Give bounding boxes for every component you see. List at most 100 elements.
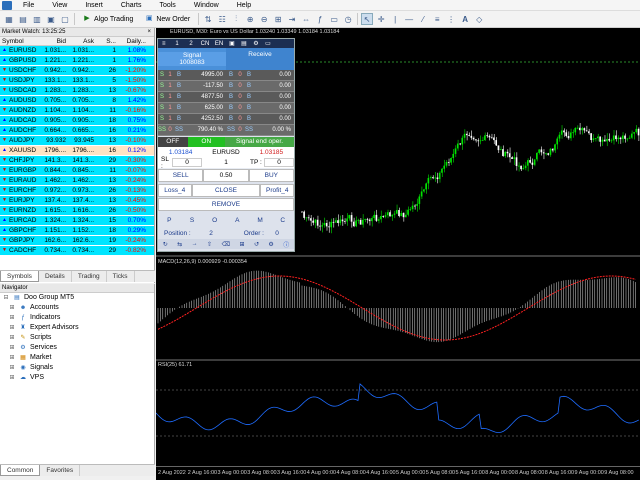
- chart-scale-icon[interactable]: ⇔: [300, 13, 312, 25]
- delete-icon[interactable]: ⌫: [222, 241, 230, 248]
- terminal-icon[interactable]: ▢: [59, 13, 71, 25]
- expand-icon[interactable]: ⊞: [8, 335, 16, 342]
- close-icon[interactable]: ×: [147, 28, 154, 36]
- market-watch-row[interactable]: ▼ EURCHF 0.972... 0.973... 26 -0.13%: [0, 186, 154, 196]
- profit-button[interactable]: Profit_4: [260, 183, 294, 197]
- navigator-icon[interactable]: ▣: [45, 13, 57, 25]
- shapes-icon[interactable]: ◇: [473, 13, 485, 25]
- market-watch-icon[interactable]: ▥: [31, 13, 43, 25]
- market-watch-row[interactable]: ▼ CHFJPY 141.3... 141.3... 29 -0.30%: [0, 156, 154, 166]
- letter-o[interactable]: O: [203, 217, 226, 224]
- header-daily[interactable]: Daily...: [118, 37, 148, 45]
- expand-icon[interactable]: ⊞: [8, 325, 16, 332]
- menu-window[interactable]: Window: [185, 0, 228, 11]
- lot-input[interactable]: 0.50: [203, 168, 249, 182]
- panel-gear-icon[interactable]: ⚙: [250, 40, 262, 47]
- market-watch-row[interactable]: ▼ EURJPY 137.4... 137.4... 13 -0.45%: [0, 196, 154, 206]
- zoom-out-icon[interactable]: ⊖: [258, 13, 270, 25]
- letter-s[interactable]: S: [181, 217, 204, 224]
- profiles-icon[interactable]: ▤: [17, 13, 29, 25]
- lot-top-value[interactable]: 1: [202, 159, 250, 166]
- tab-details[interactable]: Details: [39, 271, 72, 282]
- navigator-item[interactable]: ⊞ ☻ Accounts: [0, 303, 154, 313]
- panel-tab-cn[interactable]: CN: [198, 41, 212, 47]
- loss-button[interactable]: Loss_4: [158, 183, 192, 197]
- expand-icon[interactable]: ⊞: [8, 305, 16, 312]
- channel-icon[interactable]: ≡: [431, 13, 443, 25]
- buy-button[interactable]: BUY: [248, 168, 294, 182]
- menu-charts[interactable]: Charts: [112, 0, 151, 11]
- expand-icon[interactable]: ⊟: [2, 295, 10, 302]
- navigator-item[interactable]: ⊞ ▦ Market: [0, 353, 154, 363]
- tab-favorites[interactable]: Favorites: [40, 465, 81, 476]
- tile-windows-icon[interactable]: ⊞: [272, 13, 284, 25]
- crosshair-icon[interactable]: ✛: [375, 13, 387, 25]
- panel-menu-icon[interactable]: ≡: [162, 41, 170, 47]
- text-tool-icon[interactable]: A: [459, 13, 471, 25]
- letter-a[interactable]: A: [226, 217, 249, 224]
- zoom-in-icon[interactable]: ⊕: [244, 13, 256, 25]
- new-chart-icon[interactable]: ▦: [3, 13, 15, 25]
- market-watch-row[interactable]: ▼ CADCHF 0.734... 0.734... 29 -0.82%: [0, 246, 154, 256]
- signal-box[interactable]: Signal 1008083: [158, 52, 226, 66]
- expand-icon[interactable]: ⊞: [8, 365, 16, 372]
- expand-icon[interactable]: ⊞: [8, 375, 16, 382]
- tab-common[interactable]: Common: [0, 465, 41, 476]
- expand-icon[interactable]: ⊞: [8, 315, 16, 322]
- letter-c[interactable]: C: [271, 217, 294, 224]
- indicators-list-icon[interactable]: ƒ: [314, 13, 326, 25]
- market-watch-row[interactable]: ▲ AUDUSD 0.705... 0.705... 8 1.42%: [0, 96, 154, 106]
- scroll-end-icon[interactable]: ⇥: [286, 13, 298, 25]
- upload-icon[interactable]: ⇧: [207, 241, 212, 248]
- close-all-button[interactable]: CLOSE: [191, 183, 261, 197]
- market-watch-row[interactable]: ▼ AUDNZD 1.104... 1.104... 11 -0.16%: [0, 106, 154, 116]
- market-watch-row[interactable]: ▲ AUDCHF 0.664... 0.665... 16 0.21%: [0, 126, 154, 136]
- auto-scroll-icon[interactable]: ☷: [216, 13, 228, 25]
- market-watch-row[interactable]: ▲ GBPUSD 1.221... 1.221... 1 1.76%: [0, 56, 154, 66]
- market-watch-row[interactable]: ▼ EURNZD 1.615... 1.616... 26 -0.50%: [0, 206, 154, 216]
- tab-trading[interactable]: Trading: [72, 271, 107, 282]
- depth-icon[interactable]: ⫶: [230, 13, 242, 25]
- market-watch-row[interactable]: ▼ EURGBP 0.844... 0.845... 11 -0.07%: [0, 166, 154, 176]
- remove-button[interactable]: REMOVE: [158, 198, 294, 211]
- receive-label[interactable]: Receive: [226, 48, 294, 70]
- header-spread[interactable]: S...: [96, 37, 118, 45]
- horizontal-line-icon[interactable]: —: [403, 13, 415, 25]
- menu-file[interactable]: File: [14, 0, 43, 11]
- shuffle-icon[interactable]: ⇆: [177, 241, 182, 248]
- navigator-item[interactable]: ⊞ ☁ VPS: [0, 373, 154, 383]
- menu-help[interactable]: Help: [228, 0, 260, 11]
- templates-icon[interactable]: ▭: [328, 13, 340, 25]
- expand-icon[interactable]: ⊞: [8, 355, 16, 362]
- navigator-item[interactable]: ⊟ ▤ Doo Group MT5: [0, 293, 154, 303]
- tab-symbols[interactable]: Symbols: [0, 271, 39, 282]
- tab-ticks[interactable]: Ticks: [107, 271, 135, 282]
- market-watch-row[interactable]: ▼ EURAUD 1.462... 1.462... 13 -0.24%: [0, 176, 154, 186]
- grid-icon[interactable]: ⊞: [239, 241, 244, 248]
- navigator-item[interactable]: ⊞ ✎ Scripts: [0, 333, 154, 343]
- panel-settings-icon[interactable]: ▤: [238, 40, 250, 47]
- tp-input[interactable]: 0: [264, 158, 294, 167]
- market-watch-row[interactable]: ▼ AUDJPY 93.932 93.945 13 -0.10%: [0, 136, 154, 146]
- market-watch-row[interactable]: ▼ USDCHF 0.942... 0.942... 26 -1.20%: [0, 66, 154, 76]
- new-order-button[interactable]: ▣ New Order: [140, 13, 195, 26]
- sell-button[interactable]: SELL: [158, 168, 204, 182]
- signal-end-button[interactable]: Signal end oper.: [225, 137, 294, 147]
- refresh-icon[interactable]: ↻: [163, 241, 168, 248]
- header-ask[interactable]: Ask: [68, 37, 96, 45]
- market-watch-row[interactable]: ▲ EURCAD 1.324... 1.324... 15 0.70%: [0, 216, 154, 226]
- panel-tab-2[interactable]: 2: [184, 41, 198, 47]
- fibonacci-icon[interactable]: ⋮: [445, 13, 457, 25]
- undo-icon[interactable]: ↺: [254, 241, 259, 248]
- header-symbol[interactable]: Symbol: [0, 37, 40, 45]
- on-button[interactable]: ON: [187, 137, 226, 147]
- navigator-item[interactable]: ⊞ ♜ Expert Advisors: [0, 323, 154, 333]
- market-watch-row[interactable]: ▲ GBPCHF 1.151... 1.152... 18 0.29%: [0, 226, 154, 236]
- panel-close-icon[interactable]: ▭: [262, 40, 274, 47]
- settings-icon[interactable]: ⚙: [268, 241, 273, 248]
- panel-tab-en[interactable]: EN: [212, 41, 226, 47]
- periods-icon[interactable]: ◷: [342, 13, 354, 25]
- cursor-icon[interactable]: ↖: [361, 13, 374, 25]
- navigator-item[interactable]: ⊞ ◉ Signals: [0, 363, 154, 373]
- letter-p[interactable]: P: [158, 217, 181, 224]
